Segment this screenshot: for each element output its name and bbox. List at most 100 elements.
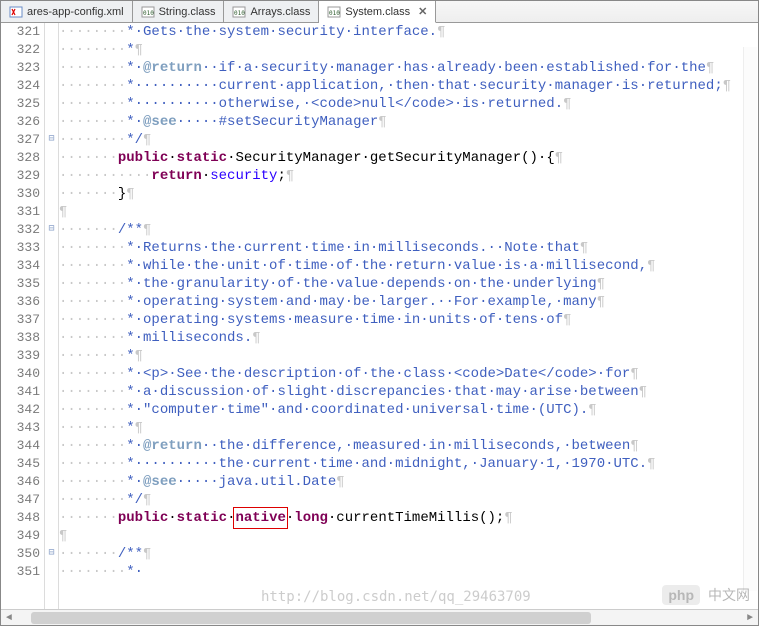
fold-toggle[interactable]	[45, 401, 58, 419]
line-number[interactable]: 340	[1, 365, 40, 383]
code-line[interactable]: ········*¶	[59, 347, 758, 365]
tab-string-class[interactable]: 010String.class	[133, 1, 225, 22]
fold-toggle[interactable]	[45, 347, 58, 365]
line-number[interactable]: 330	[1, 185, 40, 203]
fold-toggle[interactable]: ⊟	[45, 545, 58, 563]
code-line[interactable]: ········*·<p>·See·the·description·of·the…	[59, 365, 758, 383]
fold-toggle[interactable]: ⊟	[45, 131, 58, 149]
fold-toggle[interactable]	[45, 77, 58, 95]
fold-toggle[interactable]	[45, 41, 58, 59]
line-number[interactable]: 336	[1, 293, 40, 311]
code-line[interactable]: ········*·operating·systems·measure·time…	[59, 311, 758, 329]
fold-toggle[interactable]	[45, 239, 58, 257]
code-line[interactable]: ········*··········otherwise,·<code>null…	[59, 95, 758, 113]
line-number[interactable]: 337	[1, 311, 40, 329]
fold-toggle[interactable]	[45, 329, 58, 347]
code-line[interactable]: ········*·@return··if·a·security·manager…	[59, 59, 758, 77]
line-number[interactable]: 338	[1, 329, 40, 347]
line-number[interactable]: 322	[1, 41, 40, 59]
fold-toggle[interactable]	[45, 383, 58, 401]
code-line[interactable]: ·······public·static·native·long·current…	[59, 509, 758, 527]
fold-toggle[interactable]	[45, 275, 58, 293]
code-line[interactable]: ·······}¶	[59, 185, 758, 203]
line-number[interactable]: 329	[1, 167, 40, 185]
line-number[interactable]: 345	[1, 455, 40, 473]
code-line[interactable]: ¶	[59, 203, 758, 221]
code-line[interactable]: ········*¶	[59, 41, 758, 59]
code-line[interactable]: ········*··········the·current·time·and·…	[59, 455, 758, 473]
line-number[interactable]: 331	[1, 203, 40, 221]
line-number[interactable]: 348	[1, 509, 40, 527]
line-number[interactable]: 339	[1, 347, 40, 365]
fold-toggle[interactable]	[45, 95, 58, 113]
code-line[interactable]: ·······public·static·SecurityManager·get…	[59, 149, 758, 167]
fold-toggle[interactable]	[45, 365, 58, 383]
code-line[interactable]: ········*··········current·application,·…	[59, 77, 758, 95]
code-line[interactable]: ········*·Gets·the·system·security·inter…	[59, 23, 758, 41]
close-icon[interactable]: ✕	[418, 5, 427, 18]
scrollbar-thumb[interactable]	[31, 612, 591, 624]
line-number[interactable]: 321	[1, 23, 40, 41]
code-content[interactable]: ········*·Gets·the·system·security·inter…	[59, 23, 758, 609]
line-number[interactable]: 350	[1, 545, 40, 563]
line-number[interactable]: 326	[1, 113, 40, 131]
tab-ares-app-config-xml[interactable]: ares-app-config.xml	[1, 1, 133, 22]
fold-toggle[interactable]	[45, 473, 58, 491]
code-line[interactable]: ········*/¶	[59, 491, 758, 509]
line-number[interactable]: 328	[1, 149, 40, 167]
overview-ruler[interactable]	[743, 47, 757, 591]
fold-toggle[interactable]	[45, 491, 58, 509]
line-number[interactable]: 325	[1, 95, 40, 113]
fold-toggle[interactable]	[45, 527, 58, 545]
line-number[interactable]: 335	[1, 275, 40, 293]
fold-toggle[interactable]	[45, 311, 58, 329]
code-line[interactable]: ········*·milliseconds.¶	[59, 329, 758, 347]
fold-toggle[interactable]	[45, 293, 58, 311]
tab-arrays-class[interactable]: 010Arrays.class	[224, 1, 319, 22]
code-line[interactable]: ········*·the·granularity·of·the·value·d…	[59, 275, 758, 293]
line-number[interactable]: 344	[1, 437, 40, 455]
fold-toggle[interactable]	[45, 185, 58, 203]
code-line[interactable]: ········*·@see·····#setSecurityManager¶	[59, 113, 758, 131]
tab-system-class[interactable]: 010System.class✕	[319, 1, 436, 23]
line-number[interactable]: 349	[1, 527, 40, 545]
code-line[interactable]: ········*·"computer·time"·and·coordinate…	[59, 401, 758, 419]
line-number[interactable]: 347	[1, 491, 40, 509]
fold-toggle[interactable]	[45, 203, 58, 221]
line-number[interactable]: 346	[1, 473, 40, 491]
code-line[interactable]: ········*·operating·system·and·may·be·la…	[59, 293, 758, 311]
line-number[interactable]: 342	[1, 401, 40, 419]
fold-toggle[interactable]	[45, 509, 58, 527]
fold-toggle[interactable]: ⊟	[45, 221, 58, 239]
line-number[interactable]: 327	[1, 131, 40, 149]
code-line[interactable]: ···········return·security;¶	[59, 167, 758, 185]
line-number[interactable]: 324	[1, 77, 40, 95]
fold-toggle[interactable]	[45, 257, 58, 275]
fold-toggle[interactable]	[45, 23, 58, 41]
line-number[interactable]: 343	[1, 419, 40, 437]
fold-toggle[interactable]	[45, 59, 58, 77]
line-number[interactable]: 351	[1, 563, 40, 581]
line-number[interactable]: 334	[1, 257, 40, 275]
code-line[interactable]: ········*·@return··the·difference,·measu…	[59, 437, 758, 455]
line-number[interactable]: 323	[1, 59, 40, 77]
scroll-right-icon[interactable]: ►	[742, 610, 758, 626]
fold-toggle[interactable]	[45, 437, 58, 455]
code-line[interactable]: ·······/**¶	[59, 221, 758, 239]
horizontal-scrollbar[interactable]: ◄ ►	[1, 609, 758, 625]
fold-toggle[interactable]	[45, 167, 58, 185]
code-line[interactable]: ········*·@see·····java.util.Date¶	[59, 473, 758, 491]
code-line[interactable]: ········*·	[59, 563, 758, 581]
fold-toggle[interactable]	[45, 563, 58, 581]
code-line[interactable]: ·······/**¶	[59, 545, 758, 563]
code-line[interactable]: ········*·Returns·the·current·time·in·mi…	[59, 239, 758, 257]
fold-toggle[interactable]	[45, 113, 58, 131]
code-line[interactable]: ········*/¶	[59, 131, 758, 149]
line-number[interactable]: 332	[1, 221, 40, 239]
line-number[interactable]: 341	[1, 383, 40, 401]
code-line[interactable]: ¶	[59, 527, 758, 545]
fold-toggle[interactable]	[45, 149, 58, 167]
scroll-left-icon[interactable]: ◄	[1, 610, 17, 626]
code-line[interactable]: ········*·while·the·unit·of·time·of·the·…	[59, 257, 758, 275]
fold-toggle[interactable]	[45, 455, 58, 473]
